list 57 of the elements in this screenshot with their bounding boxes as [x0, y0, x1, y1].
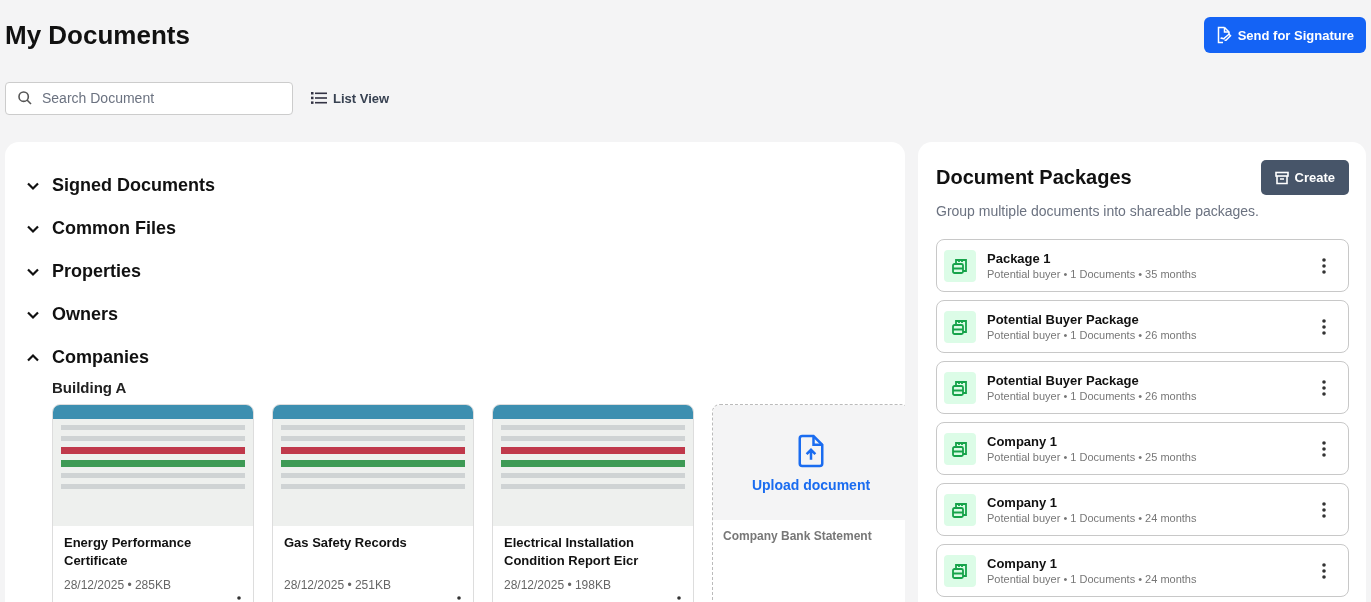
section-header[interactable]: Owners: [25, 293, 119, 336]
page-title: My Documents: [5, 19, 190, 51]
package-item[interactable]: Company 1 Potential buyer • 1 Documents • 25 months: [936, 422, 1349, 475]
document-meta: 28/12/2025 • 251KB: [284, 578, 392, 592]
list-view-button[interactable]: List View: [311, 90, 390, 106]
document-meta: 28/12/2025 • 198KB: [504, 578, 612, 592]
document-title: Gas Safety Records: [284, 534, 408, 552]
group-title: Building A: [52, 379, 128, 396]
package-meta: Potential buyer • 1 Documents • 24 months: [987, 573, 1198, 585]
package-item[interactable]: Package 1 Potential buyer • 1 Documents • 35 months: [936, 239, 1349, 292]
package-icon: [944, 493, 976, 526]
package-meta: Potential buyer • 1 Documents • 35 months: [987, 268, 1198, 280]
package-meta: Potential buyer • 1 Documents • 25 months: [987, 451, 1198, 463]
package-name: Potential Buyer Package: [987, 312, 1140, 327]
package-icon: [944, 249, 976, 282]
package-item[interactable]: Potential Buyer Package Potential buyer • 1 Documents • 26 months: [936, 361, 1349, 414]
more-options-icon[interactable]: [1322, 379, 1326, 396]
document-card[interactable]: Gas Safety Records 28/12/2025 • 251KB: [272, 404, 474, 602]
package-icon: [944, 554, 976, 587]
package-name: Company 1: [987, 495, 1059, 510]
more-options-icon[interactable]: [1322, 318, 1326, 335]
archive-box-icon: [1274, 170, 1289, 185]
send-for-signature-button[interactable]: Send for Signature: [1203, 17, 1366, 53]
panel-title: Document Packages: [936, 166, 1132, 189]
package-meta: Potential buyer • 1 Documents • 26 months: [987, 329, 1198, 341]
package-icon: [944, 310, 976, 343]
document-title: Energy Performance Certificate: [64, 534, 193, 570]
package-item[interactable]: Company 1 Potential buyer • 1 Documents • 24 months: [936, 483, 1349, 536]
list-icon: [311, 91, 327, 105]
package-name: Potential Buyer Package: [987, 373, 1140, 388]
more-options-icon[interactable]: [1322, 440, 1326, 457]
document-title: Company Bank Statement: [722, 528, 873, 545]
section-header[interactable]: Properties: [25, 250, 142, 293]
search-field[interactable]: Search Document: [5, 81, 293, 115]
package-meta: Potential buyer • 1 Documents • 24 months: [987, 512, 1198, 524]
panel-subtitle: Group multiple documents into shareable packages.: [936, 203, 1260, 219]
upload-document-button[interactable]: Upload document: [713, 405, 905, 520]
file-upload-icon: [796, 432, 826, 469]
package-icon: [944, 432, 976, 465]
package-meta: Potential buyer • 1 Documents • 26 months: [987, 390, 1198, 402]
package-item[interactable]: Company 1 Potential buyer • 1 Documents • 24 months: [936, 544, 1349, 597]
section-header[interactable]: Companies: [25, 336, 150, 379]
package-name: Company 1: [987, 556, 1059, 571]
document-title: Electrical Installation Condition Report Eicr: [504, 534, 640, 570]
create-button[interactable]: Create: [1260, 160, 1349, 195]
more-options-icon[interactable]: [1322, 562, 1326, 579]
more-options-icon[interactable]: [1322, 257, 1326, 274]
more-options-icon[interactable]: [1322, 501, 1326, 518]
section-header[interactable]: Common Files: [25, 207, 176, 250]
document-meta: 28/12/2025 • 285KB: [64, 578, 172, 592]
package-name: Package 1: [987, 251, 1052, 266]
document-card[interactable]: Energy Performance Certificate 28/12/2025 • 285KB: [52, 404, 254, 602]
section-header[interactable]: Signed Documents: [25, 164, 216, 207]
package-item[interactable]: Potential Buyer Package Potential buyer • 1 Documents • 26 months: [936, 300, 1349, 353]
package-name: Company 1: [987, 434, 1059, 449]
package-icon: [944, 371, 976, 404]
document-card[interactable]: Electrical Installation Condition Report Eicr 28/12/2025 • 198KB: [492, 404, 694, 602]
